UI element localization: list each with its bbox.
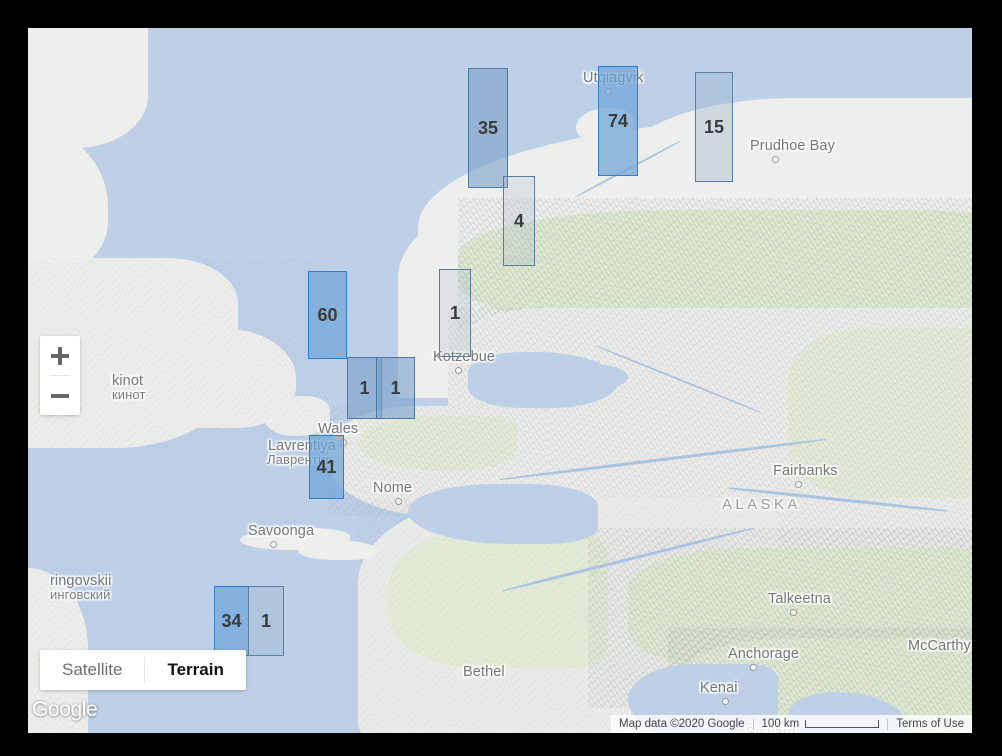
map-place-marker-dot — [455, 367, 462, 374]
grid-cell-value: 1 — [449, 302, 460, 323]
map-place-marker-dot — [290, 456, 297, 463]
map-type-terrain-button[interactable]: Terrain — [145, 650, 245, 690]
grid-cell-value: 1 — [359, 377, 370, 398]
grid-cell[interactable]: 1 — [439, 269, 471, 357]
grid-cell-value: 34 — [221, 610, 242, 631]
landmass-chukotka-tip — [264, 396, 330, 436]
plus-icon — [51, 346, 69, 365]
grid-cell[interactable]: 15 — [695, 72, 733, 182]
attribution-scale: 100 km — [754, 718, 888, 730]
screenshot-frame: UtqiagvikPrudhoe BayKotzebueWalesNomeSav… — [0, 0, 1002, 756]
map-place-marker-dot — [722, 698, 729, 705]
grid-cell-value: 1 — [260, 610, 271, 631]
landmass-st-lawrence-east — [298, 540, 378, 560]
map-type-control[interactable]: Satellite Terrain — [40, 650, 246, 690]
grid-cell[interactable]: 74 — [598, 66, 638, 176]
grid-cell-value: 4 — [513, 210, 524, 231]
zoom-controls[interactable] — [40, 336, 80, 415]
scale-label: 100 km — [761, 718, 800, 730]
grid-cell-value: 15 — [703, 116, 725, 137]
map-type-satellite-button[interactable]: Satellite — [40, 650, 144, 690]
grid-cell[interactable]: 41 — [309, 435, 344, 499]
grid-cell[interactable]: 34 — [214, 586, 249, 656]
map-place-marker-dot — [270, 541, 277, 548]
grid-cell[interactable]: 1 — [248, 586, 284, 656]
grid-cell-value: 41 — [316, 456, 337, 477]
zoom-out-button[interactable] — [40, 376, 80, 415]
grid-cell-value: 1 — [390, 377, 401, 398]
attribution-terms-link[interactable]: Terms of Use — [888, 718, 972, 730]
map-place-marker-dot — [395, 498, 402, 505]
grid-cell-value: 60 — [317, 304, 338, 325]
grid-cell[interactable]: 60 — [308, 271, 347, 359]
grid-cell[interactable]: 35 — [468, 68, 508, 188]
minus-icon — [51, 387, 69, 405]
map-place-marker-dot — [772, 156, 779, 163]
landmass-seward-green — [358, 416, 518, 471]
map-place-marker-dot — [750, 664, 757, 671]
zoom-in-button[interactable] — [40, 336, 80, 375]
landmass-yk-green — [388, 528, 608, 668]
water-selawik-lake — [558, 364, 628, 390]
scale-bar — [805, 720, 880, 728]
map-place-marker-dot — [790, 609, 797, 616]
landmass-chukotka-island — [50, 52, 120, 102]
grid-cell[interactable]: 4 — [503, 176, 535, 266]
grid-cell[interactable]: 1 — [376, 357, 415, 419]
grid-cell-value: 35 — [477, 117, 499, 138]
map-attribution-bar: Map data ©2020 Google 100 km Terms of Us… — [611, 715, 972, 733]
attribution-map-data: Map data ©2020 Google — [619, 718, 745, 730]
map-canvas[interactable]: UtqiagvikPrudhoe BayKotzebueWalesNomeSav… — [28, 28, 972, 733]
landmass-interior-green-east — [788, 328, 972, 498]
grid-cell-value: 74 — [607, 110, 629, 131]
map-place-marker-dot — [795, 481, 802, 488]
